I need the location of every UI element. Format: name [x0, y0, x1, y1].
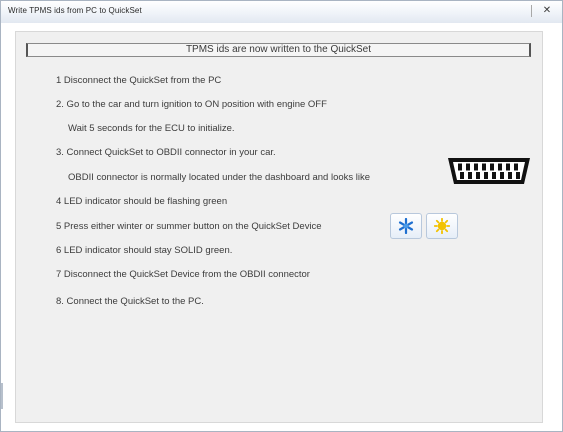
title-separator: [531, 5, 532, 17]
close-icon: ✕: [542, 5, 552, 16]
step-1: 1 Disconnect the QuickSet from the PC: [56, 75, 222, 86]
summer-button[interactable]: [426, 213, 458, 239]
snowflake-icon: [398, 218, 414, 234]
content-panel: TPMS ids are now written to the QuickSet…: [15, 31, 543, 423]
winter-button[interactable]: [390, 213, 422, 239]
window-edge-mark: [1, 383, 3, 409]
sun-icon: [434, 218, 450, 234]
step-2-note: Wait 5 seconds for the ECU to initialize…: [68, 123, 235, 134]
step-8: 8. Connect the QuickSet to the PC.: [56, 296, 204, 307]
window-title: Write TPMS ids from PC to QuickSet: [8, 6, 142, 15]
step-2: 2. Go to the car and turn ignition to ON…: [56, 99, 327, 110]
title-bar: Write TPMS ids from PC to QuickSet ✕: [1, 1, 562, 23]
step-6: 6 LED indicator should stay SOLID green.: [56, 245, 233, 256]
step-3-note: OBDII connector is normally located unde…: [68, 172, 371, 183]
obd-connector-icon: [448, 158, 530, 184]
step-5: 5 Press either winter or summer button o…: [56, 221, 322, 232]
close-button[interactable]: ✕: [536, 3, 558, 19]
dialog-window: Write TPMS ids from PC to QuickSet ✕ TPM…: [0, 0, 563, 432]
step-4: 4 LED indicator should be flashing green: [56, 196, 228, 207]
status-header: TPMS ids are now written to the QuickSet: [26, 43, 531, 57]
step-7: 7 Disconnect the QuickSet Device from th…: [56, 269, 310, 280]
step-3: 3. Connect QuickSet to OBDII connector i…: [56, 147, 276, 158]
